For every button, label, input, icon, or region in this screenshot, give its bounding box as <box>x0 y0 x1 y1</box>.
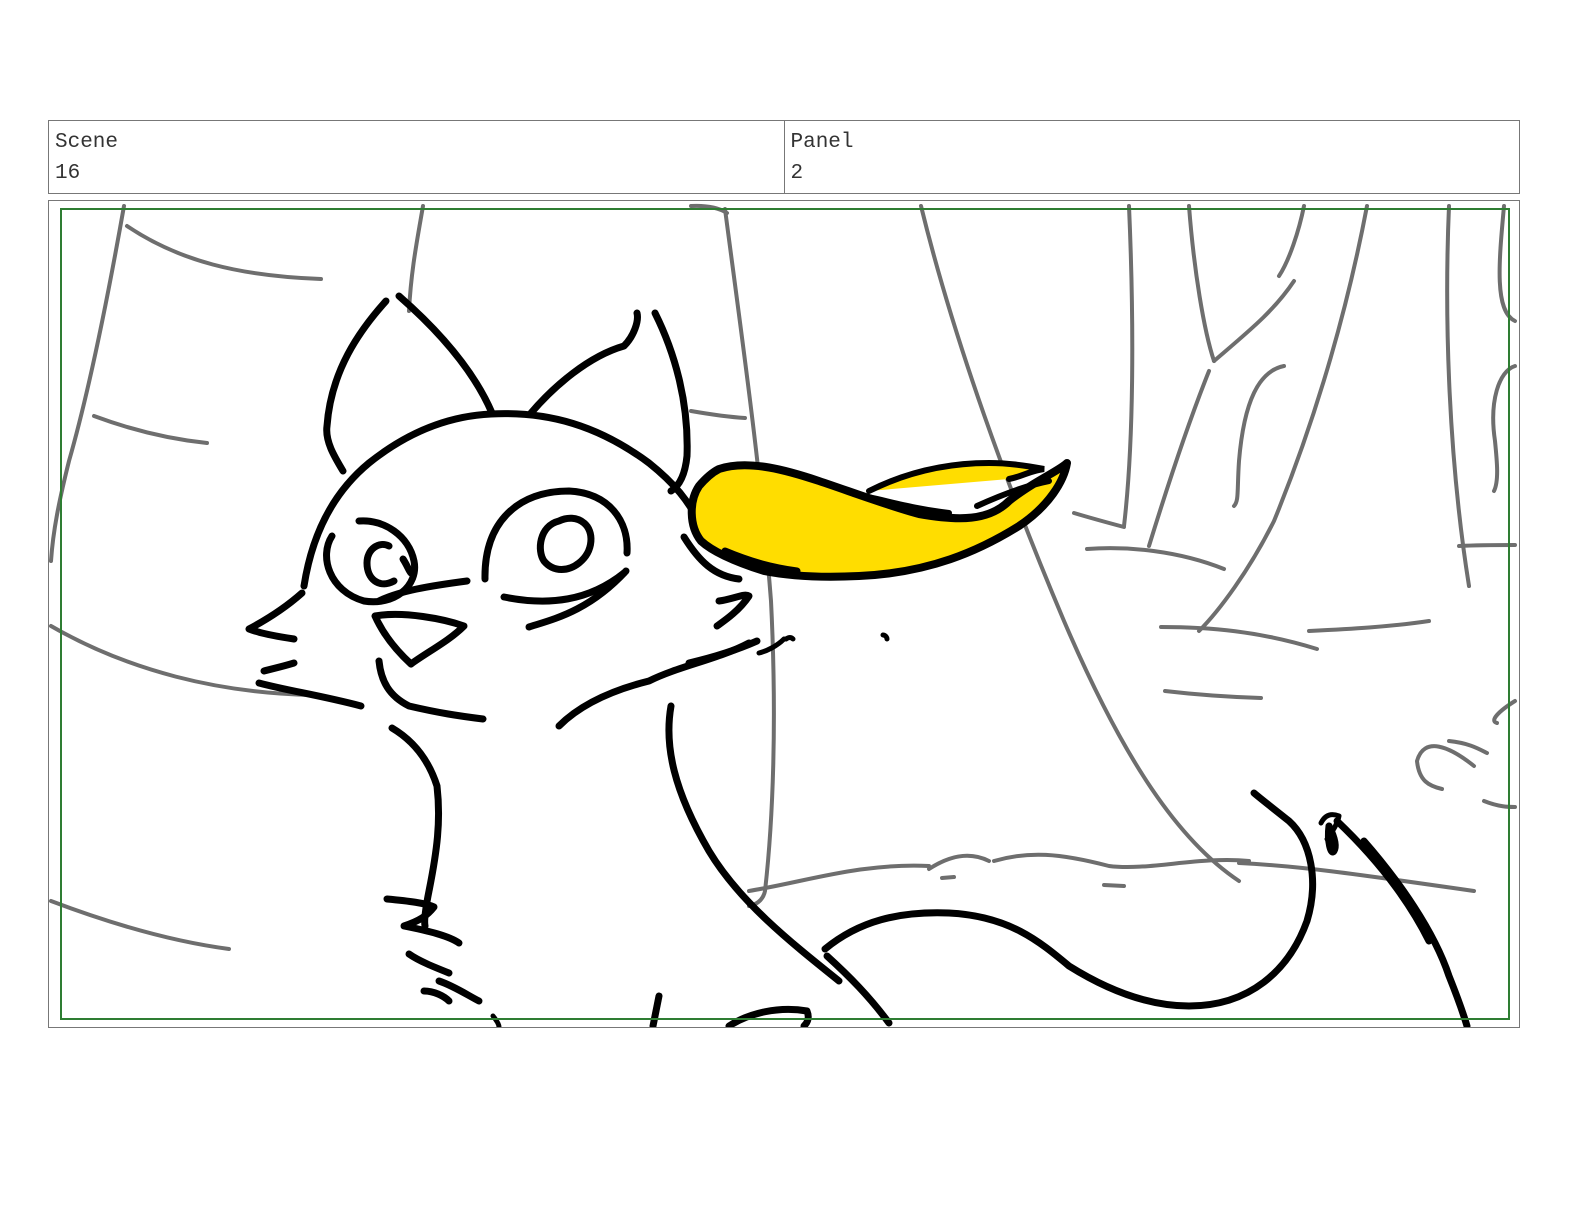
scene-label: Scene <box>55 131 119 154</box>
storyboard-drawing <box>49 203 1517 1027</box>
panel-label: Panel <box>790 131 854 154</box>
panel-info-header: Scene 16 Panel 2 <box>48 120 1520 194</box>
scene-cell: Scene 16 <box>49 121 784 193</box>
storyboard-frame <box>48 200 1520 1028</box>
yellow-leaf <box>687 459 1071 581</box>
panel-cell: Panel 2 <box>783 121 1520 193</box>
scene-number: 16 <box>55 162 81 185</box>
panel-number: 2 <box>790 162 804 185</box>
fox-character <box>245 292 1471 1027</box>
